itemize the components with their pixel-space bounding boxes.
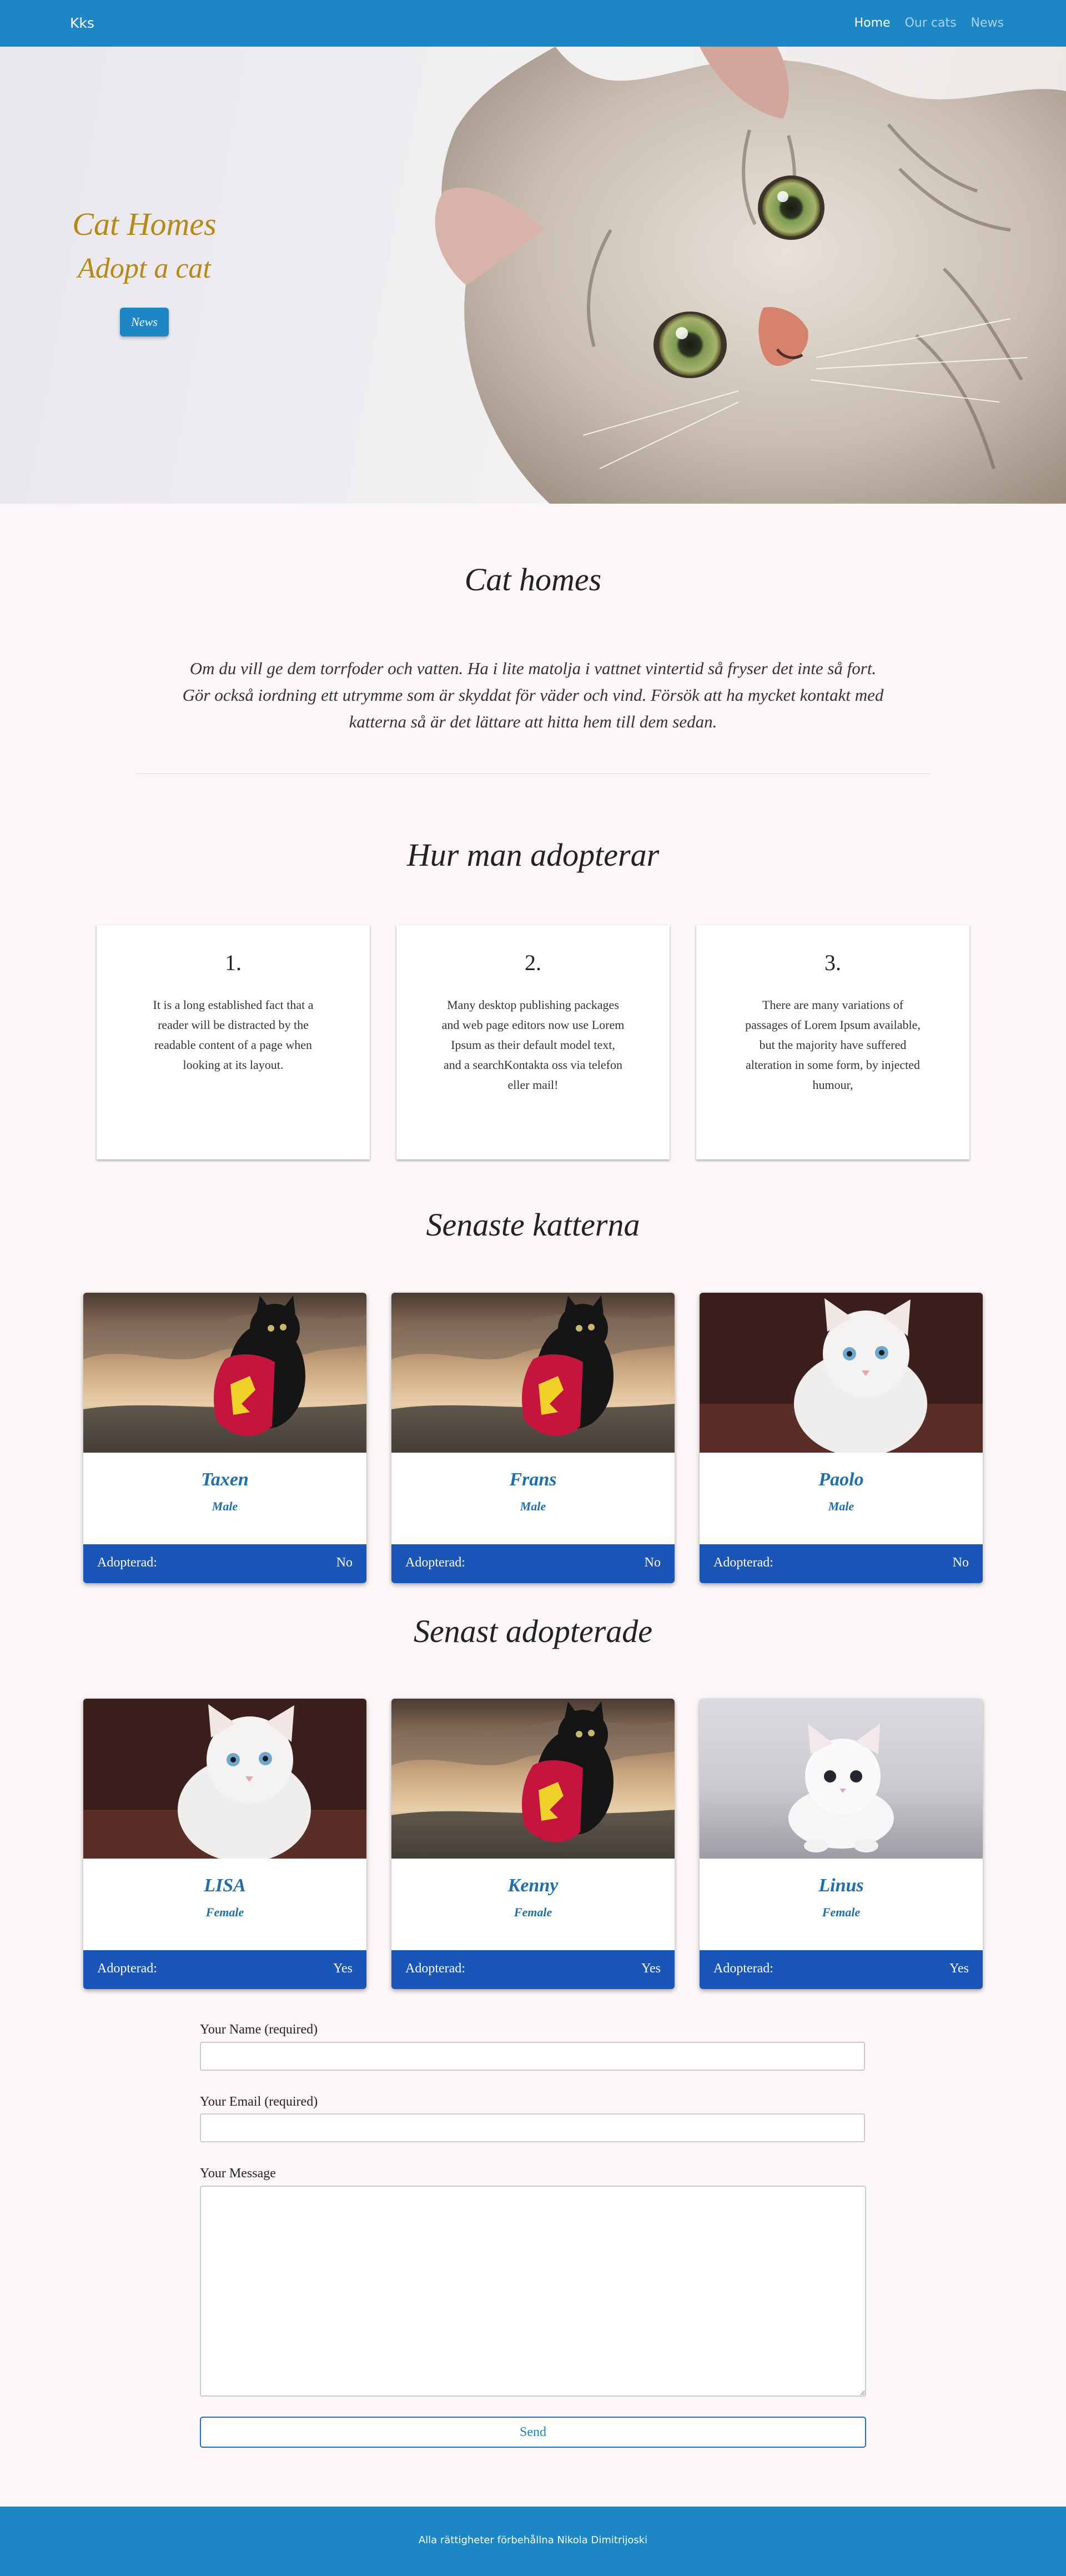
- adopted-value: Yes: [333, 1961, 353, 1976]
- cat-card-paolo[interactable]: Paolo Male Adopterad: No: [700, 1293, 983, 1583]
- step-number: 1.: [97, 950, 370, 976]
- step-text: Many desktop publishing packages and web…: [441, 995, 625, 1095]
- cat-name[interactable]: Taxen: [83, 1469, 366, 1490]
- cat-card-footer: Adopterad: Yes: [700, 1950, 983, 1989]
- white-kitten-floor-photo: [700, 1699, 983, 1859]
- send-button[interactable]: Send: [200, 2417, 866, 2448]
- cat-card-frans[interactable]: Frans Male Adopterad: No: [391, 1293, 675, 1583]
- hero-subtitle: Adopt a cat: [67, 252, 222, 285]
- cat-card-linus[interactable]: Linus Female Adopterad: Yes: [700, 1699, 983, 1989]
- recently-adopted-title: Senast adopterade: [0, 1613, 1066, 1650]
- cat-card-footer: Adopterad: No: [83, 1544, 366, 1583]
- navbar: Kks Home Our cats News: [0, 0, 1066, 47]
- cat-name[interactable]: Frans: [391, 1469, 675, 1490]
- adopted-value: No: [953, 1555, 969, 1570]
- step-text: It is a long established fact that a rea…: [141, 995, 325, 1075]
- latest-cats-title: Senaste katterna: [0, 1206, 1066, 1243]
- black-cat-cape-photo: [391, 1293, 675, 1453]
- adopted-value: No: [336, 1555, 353, 1570]
- cat-gender: Female: [83, 1905, 366, 1920]
- email-field[interactable]: [200, 2113, 865, 2142]
- step-text: There are many variations of passages of…: [741, 995, 925, 1095]
- adopted-label: Adopterad:: [97, 1555, 157, 1570]
- step-card: 2. Many desktop publishing packages and …: [396, 925, 670, 1159]
- cat-card-taxen[interactable]: Taxen Male Adopterad: No: [83, 1293, 366, 1583]
- cat-card-kenny[interactable]: Kenny Female Adopterad: Yes: [391, 1699, 675, 1989]
- brand-logo[interactable]: Kks: [70, 15, 94, 31]
- adopted-label: Adopterad:: [713, 1555, 773, 1570]
- about-text: Om du vill ge dem torrfoder och vatten. …: [178, 655, 888, 735]
- cat-card-footer: Adopterad: Yes: [83, 1950, 366, 1989]
- cat-name[interactable]: Linus: [700, 1875, 983, 1896]
- hero-news-button[interactable]: News: [120, 308, 169, 337]
- site-footer: Alla rättigheter förbehållna Nikola Dimi…: [0, 2507, 1066, 2576]
- cat-gender: Female: [700, 1905, 983, 1920]
- cat-gender: Male: [83, 1499, 366, 1514]
- about-title: Cat homes: [0, 561, 1066, 598]
- nav-news-link[interactable]: News: [971, 16, 1004, 30]
- nav-links: Home Our cats News: [854, 16, 1004, 30]
- cat-gender: Male: [391, 1499, 675, 1514]
- adopted-value: Yes: [949, 1961, 969, 1976]
- email-field-label: Your Email (required): [200, 2095, 318, 2110]
- adopted-value: Yes: [641, 1961, 661, 1976]
- name-field[interactable]: [200, 2042, 865, 2071]
- cat-name[interactable]: Kenny: [391, 1875, 675, 1896]
- black-cat-cape-photo: [83, 1293, 366, 1453]
- step-card: 3. There are many variations of passages…: [696, 925, 969, 1159]
- nav-home-link[interactable]: Home: [854, 16, 891, 30]
- adopted-label: Adopterad:: [713, 1961, 773, 1976]
- how-to-title: Hur man adopterar: [0, 836, 1066, 873]
- white-kitten-photo: [700, 1293, 983, 1453]
- cat-card-footer: Adopterad: No: [700, 1544, 983, 1583]
- adopted-label: Adopterad:: [97, 1961, 157, 1976]
- message-field[interactable]: [200, 2186, 866, 2397]
- copyright-text: Alla rättigheter förbehållna Nikola Dimi…: [0, 2534, 1066, 2546]
- step-card: 1. It is a long established fact that a …: [97, 925, 370, 1159]
- cat-name[interactable]: Paolo: [700, 1469, 983, 1490]
- cat-card-footer: Adopterad: Yes: [391, 1950, 675, 1989]
- adopted-label: Adopterad:: [405, 1961, 465, 1976]
- name-field-label: Your Name (required): [200, 2022, 318, 2037]
- hero-title: Cat Homes: [67, 207, 222, 242]
- cat-card-footer: Adopterad: No: [391, 1544, 675, 1583]
- white-kitten-photo: [83, 1699, 366, 1859]
- adopted-label: Adopterad:: [405, 1555, 465, 1570]
- cat-name[interactable]: LISA: [83, 1875, 366, 1896]
- step-number: 3.: [696, 950, 969, 976]
- cat-card-lisa[interactable]: LISA Female Adopterad: Yes: [83, 1699, 366, 1989]
- cat-gender: Female: [391, 1905, 675, 1920]
- message-field-label: Your Message: [200, 2166, 276, 2181]
- nav-our-cats-link[interactable]: Our cats: [905, 16, 957, 30]
- adopted-value: No: [645, 1555, 661, 1570]
- hero-banner: Cat Homes Adopt a cat News: [0, 47, 1066, 504]
- cat-gender: Male: [700, 1499, 983, 1514]
- black-cat-cape-photo: [391, 1699, 675, 1859]
- step-number: 2.: [396, 950, 670, 976]
